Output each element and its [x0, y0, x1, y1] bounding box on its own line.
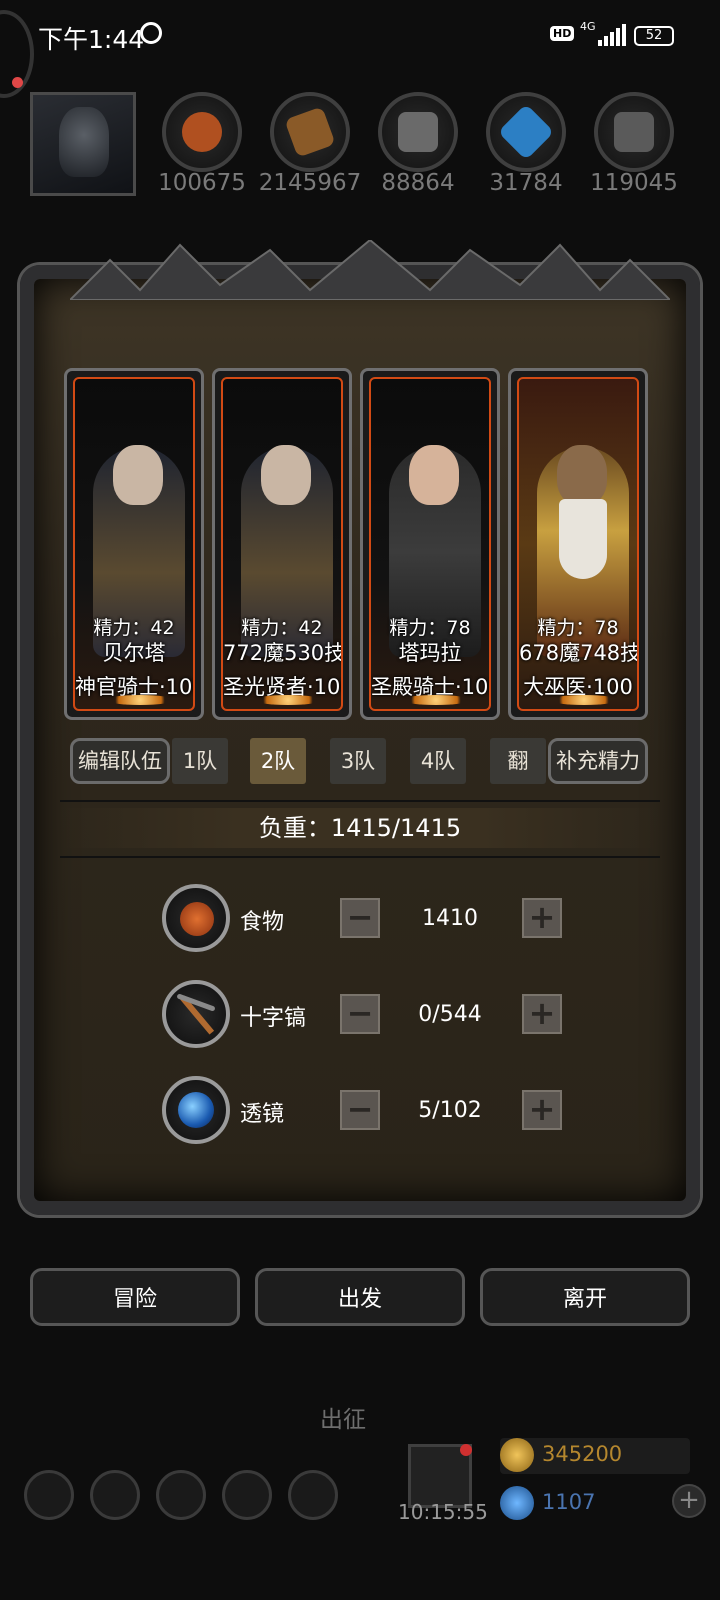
food-increase-button[interactable]: +	[522, 898, 562, 938]
load-capacity: 负重：1415/1415	[60, 808, 660, 848]
tab-team-3[interactable]: 3队	[330, 738, 386, 784]
hero-card[interactable]: 精力：78 塔玛拉 圣殿骑士·100	[360, 368, 500, 720]
network-type: 4G	[580, 20, 596, 33]
menu-icon[interactable]	[90, 1470, 140, 1520]
refill-stamina-button[interactable]: 补充精力	[548, 738, 648, 784]
divider	[60, 856, 660, 858]
add-currency-icon[interactable]: +	[672, 1484, 706, 1518]
food-resource-value: 100675	[158, 170, 246, 196]
tab-team-1[interactable]: 1队	[172, 738, 228, 784]
lens-amount: 5/102	[418, 1098, 482, 1123]
panel-ornament	[70, 240, 670, 300]
hero-stamina: 精力：78	[389, 617, 471, 639]
crystal-resource-icon	[486, 92, 566, 172]
food-amount: 1410	[422, 906, 478, 931]
status-bar: 下午1:44 HD 4G 52	[0, 0, 720, 98]
pickaxe-icon	[162, 980, 230, 1048]
pickaxe-amount: 0/544	[418, 1002, 482, 1027]
hero-name: 贝尔塔	[102, 641, 166, 665]
notification-dot	[12, 77, 23, 88]
adventure-button[interactable]: 冒险	[30, 1268, 240, 1326]
hero-stats: 678魔748技	[519, 641, 639, 665]
depart-button[interactable]: 出发	[255, 1268, 465, 1326]
hero-stamina: 精力：42	[93, 617, 175, 639]
hero-card[interactable]: 精力：42 772魔530技 圣光贤者·100	[212, 368, 352, 720]
hd-badge: HD	[550, 26, 575, 41]
expedition-label: 出征	[320, 1407, 366, 1433]
beard	[559, 499, 607, 579]
mail-icon[interactable]	[222, 1470, 272, 1520]
lens-label: 透镜	[240, 1102, 285, 1127]
pickaxe-decrease-button[interactable]: −	[340, 994, 380, 1034]
settings-icon[interactable]	[24, 1470, 74, 1520]
food-decrease-button[interactable]: −	[340, 898, 380, 938]
flip-button[interactable]: 翻	[490, 738, 546, 784]
hero-stats: 772魔530技	[223, 641, 343, 665]
iron-resource-value: 119045	[590, 170, 678, 196]
gold-counter: 345200	[500, 1438, 690, 1474]
hero-stamina: 精力：78	[537, 617, 619, 639]
lens-decrease-button[interactable]: −	[340, 1090, 380, 1130]
stone-resource-value: 88864	[381, 170, 455, 196]
gold-icon	[500, 1438, 534, 1472]
hero-stamina: 精力：42	[241, 617, 323, 639]
food-resource-icon	[162, 92, 242, 172]
divider	[60, 800, 660, 802]
gift-notification-dot	[460, 1444, 472, 1456]
pickaxe-increase-button[interactable]: +	[522, 994, 562, 1034]
alarm-icon	[140, 22, 162, 44]
tab-team-2[interactable]: 2队	[250, 738, 306, 784]
wood-resource-value: 2145967	[258, 170, 362, 196]
tab-team-4[interactable]: 4队	[410, 738, 466, 784]
hero-name: 塔玛拉	[398, 641, 462, 665]
player-avatar[interactable]	[30, 92, 136, 196]
hero-card[interactable]: 精力：42 贝尔塔 神官骑士·100	[64, 368, 204, 720]
edit-team-button[interactable]: 编辑队伍	[70, 738, 170, 784]
hero-card[interactable]: 精力：78 678魔748技 大巫医·100	[508, 368, 648, 720]
pickaxe-label: 十字镐	[240, 1006, 307, 1031]
gem-icon	[500, 1486, 534, 1520]
guild-icon[interactable]	[156, 1470, 206, 1520]
clock: 下午1:44	[38, 25, 145, 54]
crystal-resource-value: 31784	[489, 170, 563, 196]
map-icon[interactable]	[288, 1470, 338, 1520]
signal-icon	[598, 24, 626, 46]
leave-button[interactable]: 离开	[480, 1268, 690, 1326]
gem-counter: 1107	[500, 1486, 690, 1522]
gift-timer: 10:15:55	[398, 1500, 488, 1524]
food-label: 食物	[240, 910, 285, 935]
lens-increase-button[interactable]: +	[522, 1090, 562, 1130]
battery-icon: 52	[634, 26, 674, 46]
wood-resource-icon	[270, 92, 350, 172]
iron-resource-icon	[594, 92, 674, 172]
food-icon	[162, 884, 230, 952]
lens-icon	[162, 1076, 230, 1144]
stone-resource-icon	[378, 92, 458, 172]
